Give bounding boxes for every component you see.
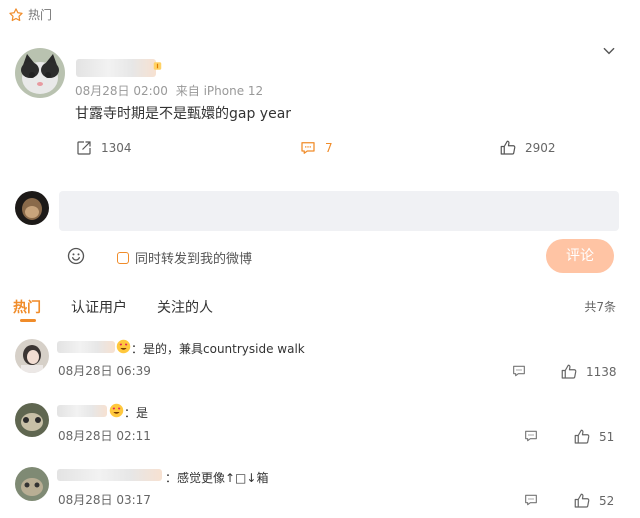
thumbs-up-icon (574, 429, 590, 444)
commenter-avatar[interactable] (15, 403, 49, 437)
like-button[interactable]: 2902 (499, 139, 556, 157)
commenter-name[interactable] (57, 405, 107, 417)
comment-total: 共7条 (584, 300, 616, 314)
comment-time: 08月28日 03:17 (58, 493, 151, 507)
emoji-icon[interactable] (66, 246, 86, 266)
post-source: 来自 iPhone 12 (175, 84, 264, 98)
comment-time: 08月28日 06:39 (58, 364, 151, 378)
commenter-name[interactable] (57, 469, 162, 481)
submit-comment-button[interactable]: 评论 (546, 239, 614, 273)
emoji-heart-eyes-icon (109, 403, 124, 418)
comment-like-count: 52 (599, 494, 615, 508)
commenter-name[interactable] (57, 341, 115, 353)
active-tab-indicator (20, 319, 36, 322)
comment-like-button[interactable]: 52 (573, 492, 614, 510)
comment-text: ：是 (124, 406, 149, 420)
reply-icon[interactable] (523, 492, 539, 508)
tab-verified-users[interactable]: 认证用户 (71, 297, 127, 317)
hot-section-header: 热门 (8, 6, 52, 23)
tab-hot[interactable]: 热门 (13, 297, 41, 317)
reply-icon[interactable] (523, 428, 539, 444)
thumbs-up-icon (574, 493, 590, 508)
repost-button[interactable]: 1304 (75, 139, 132, 157)
sync-checkbox[interactable] (117, 251, 129, 264)
section-title: 热门 (28, 8, 53, 22)
commenter-avatar[interactable] (15, 339, 49, 373)
chevron-down-icon[interactable] (602, 44, 616, 58)
thumbs-up-icon (500, 140, 516, 155)
current-user-avatar[interactable] (15, 191, 49, 225)
comment-icon (301, 142, 315, 154)
post-author-avatar[interactable] (15, 48, 65, 98)
comment-input[interactable] (59, 191, 619, 231)
post-content: 甘露寺时期是不是甄嬛的gap year (75, 106, 292, 122)
post-meta: 08月28日 02:00 来自 iPhone 12 (75, 82, 263, 99)
sync-label: 同时转发到我的微博 (135, 252, 253, 267)
comment-button[interactable]: 7 (299, 139, 333, 157)
repost-icon (77, 141, 91, 155)
post-author-name[interactable] (76, 59, 156, 77)
comment-text: ：感觉更像↑□↓箱 (165, 471, 269, 485)
star-icon (9, 7, 23, 21)
commenter-avatar[interactable] (15, 467, 49, 501)
comment-count: 7 (325, 141, 333, 155)
thumbs-up-icon (561, 364, 577, 379)
comment-time: 08月28日 02:11 (58, 429, 151, 443)
post-time[interactable]: 08月28日 02:00 (75, 84, 168, 98)
vip-badge-icon (153, 62, 162, 70)
comment-like-button[interactable]: 51 (573, 428, 614, 446)
comment-like-button[interactable]: 1138 (560, 363, 617, 381)
like-count: 2902 (525, 141, 556, 155)
repost-count: 1304 (101, 141, 132, 155)
emoji-heart-eyes-icon (116, 339, 131, 354)
comment-like-count: 1138 (586, 365, 617, 379)
comment-like-count: 51 (599, 430, 615, 444)
tab-following[interactable]: 关注的人 (157, 297, 213, 317)
sync-to-weibo-option[interactable]: 同时转发到我的微博 (117, 248, 252, 267)
reply-icon[interactable] (511, 363, 527, 379)
comment-text: ：是的，兼具countryside walk (131, 342, 305, 356)
